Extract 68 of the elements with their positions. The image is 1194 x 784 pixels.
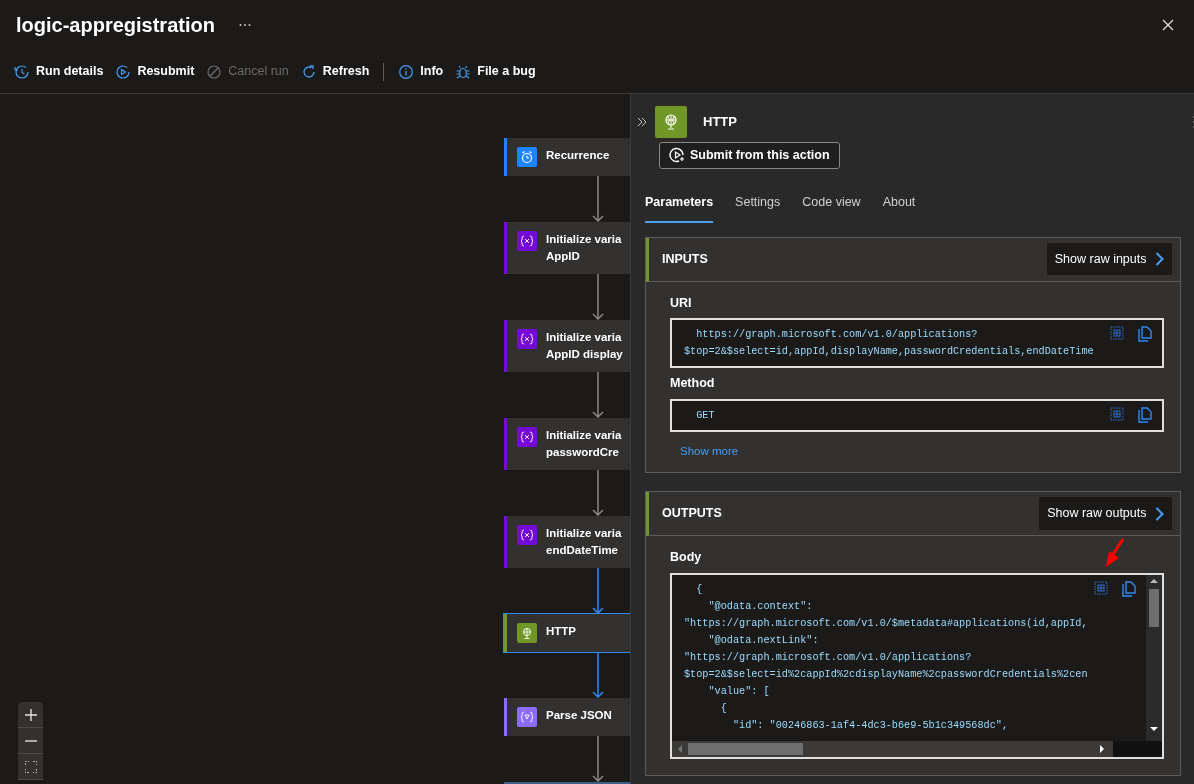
alarm-clock-icon — [517, 147, 537, 167]
show-more-link[interactable]: Show more — [670, 443, 739, 461]
annotation-arrow — [1104, 538, 1126, 568]
flow-node[interactable]: Parse JSON — [504, 698, 630, 736]
table-icon[interactable] — [1093, 580, 1108, 595]
section-heading: OUTPUTS — [662, 505, 722, 523]
show-raw-button[interactable]: Show raw inputs — [1046, 242, 1172, 276]
field-label: Method — [670, 375, 715, 393]
horizontal-scrollbar[interactable] — [672, 740, 1162, 757]
chevron-right-icon — [1154, 252, 1164, 266]
globe-icon — [655, 106, 687, 138]
close-icon[interactable] — [1162, 19, 1174, 31]
node-label: Initialize varia endDateTime — [546, 526, 622, 558]
toolbar-button[interactable]: File a bug — [449, 62, 542, 81]
field-label: URI — [670, 294, 692, 312]
bug-icon — [455, 63, 472, 80]
globe-icon — [517, 623, 537, 643]
copy-icon[interactable] — [1121, 580, 1136, 597]
copy-icon[interactable] — [1137, 326, 1152, 343]
code-text: { "@odata.context": "https://graph.microsoft.com/v1.0/$metadata#applications(id,appId, "@odata.nextLink": "https://graph.microsoft.com/v1.0/applications? $top=2&$select=id%2cappId%2cdisplayName%2cpasswordCredentials%2cen "value": [ { "id": "00246863-1af4-4dc3-b6e9-5b1c349568dc", — [683, 582, 1088, 733]
history-icon — [14, 63, 30, 80]
flow-node[interactable]: Initialize varia passwordCre — [504, 418, 630, 470]
variable-icon — [517, 525, 537, 545]
toolbar-button[interactable]: Refresh — [294, 62, 376, 81]
action-title: HTTP — [703, 113, 737, 132]
field-value: GET — [695, 409, 716, 423]
node-label: HTTP — [546, 624, 577, 639]
variable-icon — [517, 329, 537, 349]
plus-icon — [24, 708, 37, 721]
show-raw-button[interactable]: Show raw outputs — [1039, 497, 1172, 530]
copy-icon[interactable] — [1137, 407, 1152, 423]
toolbar-button[interactable]: Run details — [8, 62, 110, 81]
flow-node[interactable]: Initialize varia endDateTime — [504, 516, 630, 568]
flow-node[interactable]: Initialize varia AppID display — [504, 320, 630, 372]
refresh-icon — [300, 63, 317, 80]
window-title: logic-appregistration — [16, 13, 215, 37]
node-label: Initialize varia AppID display — [546, 330, 623, 362]
variable-icon — [517, 427, 537, 447]
collapse-icon[interactable] — [637, 117, 647, 127]
info-icon — [398, 63, 415, 80]
node-label: Recurrence — [546, 148, 610, 163]
tab[interactable]: About — [882, 192, 916, 223]
variable-icon — [517, 231, 537, 251]
submit-action-button[interactable]: Submit from this action — [659, 142, 840, 169]
flow-node[interactable]: Recurrence — [504, 138, 630, 176]
toolbar-button[interactable]: Resubmit — [109, 62, 201, 81]
field-value: https://graph.microsoft.com/v1.0/applications? $top=2&$select=id,appId,displayName,passwordCredentials,endDateTime — [683, 328, 1095, 360]
table-icon[interactable] — [1109, 326, 1124, 341]
chevron-right-icon — [1154, 506, 1164, 521]
toolbar-button[interactable]: Info — [392, 62, 450, 81]
table-icon[interactable] — [1109, 407, 1124, 421]
section-heading: INPUTS — [662, 250, 708, 268]
node-label: Parse JSON — [546, 708, 612, 723]
play-icon — [115, 63, 132, 80]
field-label: Body — [670, 549, 702, 566]
node-label: Initialize varia passwordCre — [546, 428, 622, 460]
tab[interactable]: Code view — [802, 192, 861, 223]
flow-node[interactable]: Initialize varia AppID — [504, 222, 630, 274]
tab[interactable]: Parameters — [645, 192, 714, 223]
fit-view-icon — [24, 760, 37, 773]
more-icon[interactable] — [238, 23, 251, 27]
resubmit-icon — [668, 146, 686, 165]
blocked-icon — [206, 63, 223, 80]
tab[interactable]: Settings — [735, 192, 781, 223]
vertical-scrollbar[interactable] — [1145, 574, 1162, 741]
node-label: Initialize varia AppID — [546, 232, 622, 264]
flow-node[interactable]: HTTP — [504, 614, 630, 652]
parse-icon — [517, 707, 537, 727]
